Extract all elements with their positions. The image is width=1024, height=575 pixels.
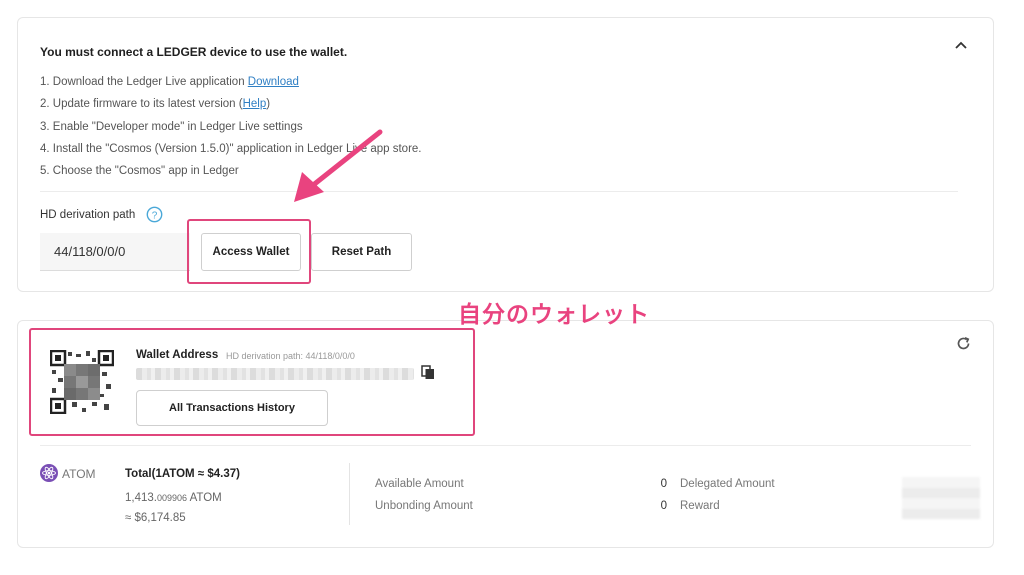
step-item: 2. Update firmware to its latest version… bbox=[40, 98, 271, 111]
unbonding-amount-value: 0 bbox=[660, 500, 667, 512]
hd-path-input[interactable] bbox=[40, 233, 190, 271]
atom-icon bbox=[40, 464, 58, 482]
annotation-arrow-icon bbox=[294, 129, 383, 202]
divider bbox=[40, 445, 971, 446]
total-label: Total(1ATOM ≈ $4.37) bbox=[125, 468, 240, 480]
wallet-hd-path: HD derivation path: 44/118/0/0/0 bbox=[226, 351, 355, 361]
available-amount-value: 0 bbox=[660, 478, 667, 490]
wallet-address-value bbox=[136, 368, 414, 380]
copy-icon[interactable] bbox=[420, 364, 436, 380]
refresh-icon[interactable] bbox=[955, 335, 972, 352]
access-wallet-button[interactable]: Access Wallet bbox=[201, 233, 301, 271]
unbonding-amount-label: Unbonding Amount bbox=[375, 500, 473, 512]
wallet-address-label: Wallet Address bbox=[136, 349, 219, 361]
vertical-divider bbox=[349, 463, 350, 525]
hd-path-label: HD derivation path bbox=[40, 209, 136, 221]
redacted-values bbox=[902, 477, 980, 519]
delegated-amount-label: Delegated Amount bbox=[680, 478, 775, 490]
fiat-amount: ≈ $6,174.85 bbox=[125, 512, 186, 524]
reset-path-button[interactable]: Reset Path bbox=[311, 233, 412, 271]
atom-amount: 1,413.009906 ATOM bbox=[125, 492, 222, 504]
step-item: 1. Download the Ledger Live application … bbox=[40, 76, 299, 88]
download-link[interactable]: Download bbox=[248, 76, 299, 88]
reward-label: Reward bbox=[680, 500, 720, 512]
ledger-title: You must connect a LEDGER device to use … bbox=[40, 45, 348, 59]
available-amount-label: Available Amount bbox=[375, 478, 464, 490]
qr-code-icon bbox=[50, 350, 114, 414]
help-link[interactable]: Help bbox=[243, 98, 267, 110]
all-transactions-history-button[interactable]: All Transactions History bbox=[136, 390, 328, 426]
divider bbox=[40, 191, 958, 192]
token-name: ATOM bbox=[62, 467, 96, 481]
chevron-up-icon[interactable] bbox=[953, 38, 969, 54]
annotation-label: 自分のウォレット bbox=[458, 302, 650, 328]
question-circle-icon[interactable]: ? bbox=[146, 206, 163, 223]
ledger-connect-card: You must connect a LEDGER device to use … bbox=[17, 17, 994, 292]
svg-text:?: ? bbox=[152, 210, 158, 221]
